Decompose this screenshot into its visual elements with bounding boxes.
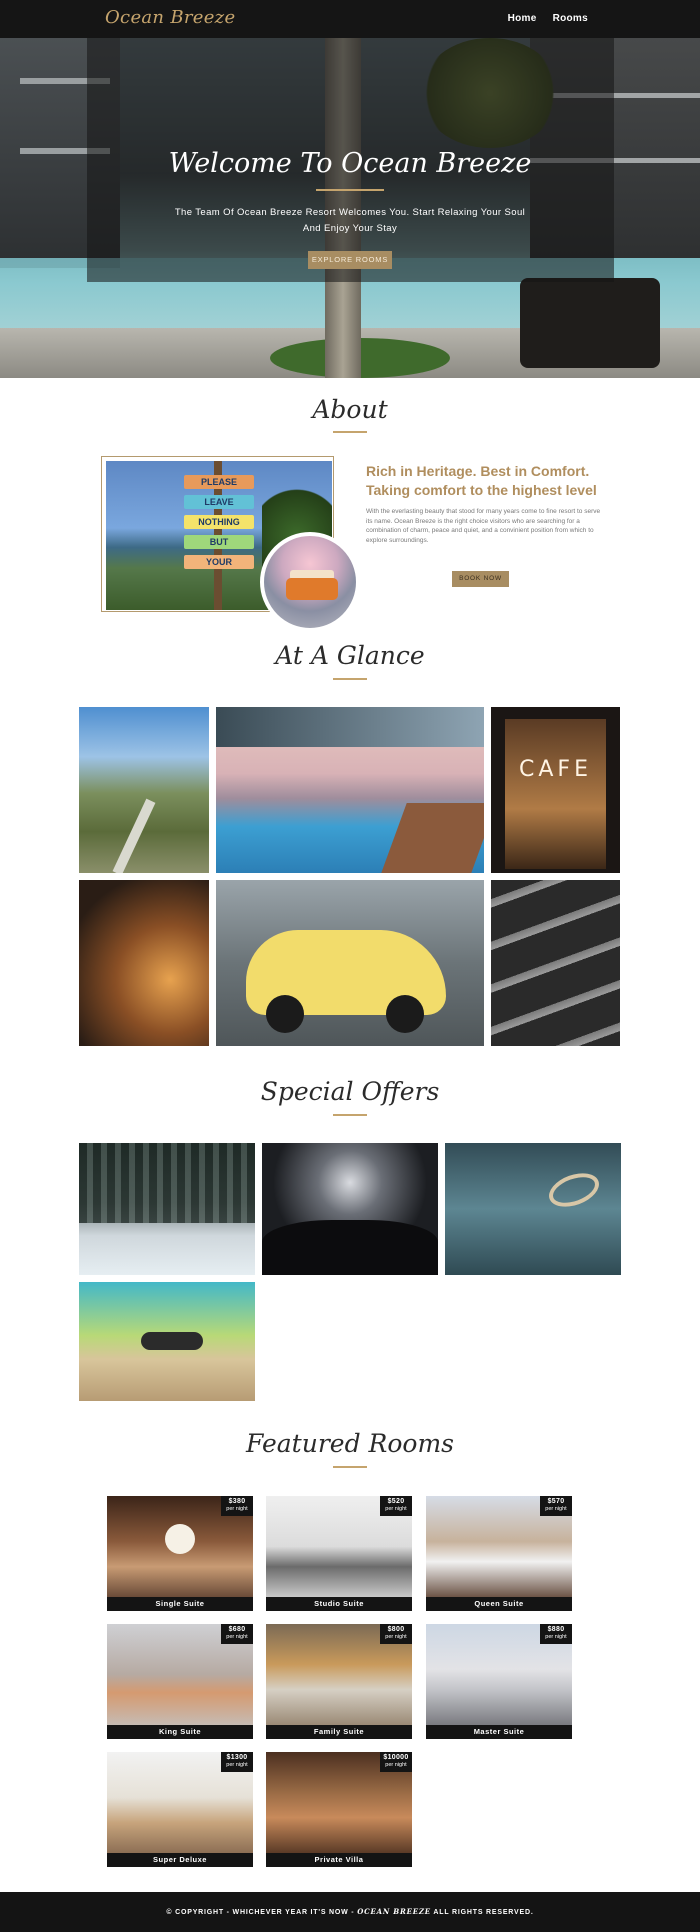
hero-title: Welcome To Ocean Breeze [168, 148, 532, 179]
forest-trees [79, 1143, 255, 1223]
glance-spa-candles-image [79, 880, 209, 1046]
room-price-badge: $680 per night [221, 1624, 253, 1644]
ring [544, 1167, 604, 1213]
van-body [286, 578, 338, 600]
room-price: $880 [547, 1626, 565, 1633]
room-price: $10000 [383, 1754, 409, 1761]
room-price-badge: $1300 per night [221, 1752, 253, 1772]
glance-title: At A Glance [275, 641, 425, 670]
offer-snowy-forest-image[interactable] [79, 1143, 255, 1275]
about-paragraph: With the everlasting beauty that stood f… [366, 508, 601, 544]
room-price-badge: $800 per night [380, 1624, 412, 1644]
room-name: Family Suite [266, 1725, 412, 1739]
pool-deck [381, 803, 484, 873]
cafe-door [505, 719, 606, 869]
glance-mountain-valley-image [79, 707, 209, 873]
footer-brand: OCEAN BREEZE [357, 1907, 431, 1916]
concert-crowd [262, 1220, 438, 1275]
room-name: Super Deluxe [107, 1853, 253, 1867]
room-price-unit: per night [385, 1506, 407, 1512]
about-sign-word: PLEASE [184, 475, 254, 489]
about-van-image [260, 532, 360, 632]
top-navbar: Ocean Breeze Home Rooms [0, 0, 700, 38]
room-price-unit: per night [226, 1762, 248, 1768]
room-price: $520 [387, 1498, 405, 1505]
room-price-badge: $10000 per night [380, 1752, 412, 1772]
offer-concert-crowd-image[interactable] [262, 1143, 438, 1275]
hero-subtitle-line: And Enjoy Your Stay [302, 223, 398, 234]
hero-subtitle: The Team Of Ocean Breeze Resort Welcomes… [160, 205, 540, 237]
about-sign-word: BUT [184, 535, 254, 549]
about-heading-line: Taking comfort to the highest level [366, 482, 597, 498]
room-price-unit: per night [226, 1634, 248, 1640]
offers-title: Special Offers [260, 1077, 440, 1106]
hero-subtitle-line: The Team Of Ocean Breeze Resort Welcomes… [174, 207, 526, 218]
about-sign-word: NOTHING [184, 515, 254, 529]
offers-divider [333, 1114, 367, 1116]
room-card[interactable]: $800 per night Family Suite [266, 1624, 412, 1739]
room-name: Master Suite [426, 1725, 572, 1739]
room-price-unit: per night [226, 1506, 248, 1512]
glance-infinity-pool-image [216, 707, 484, 873]
room-price-unit: per night [385, 1762, 407, 1768]
room-card[interactable]: $570 per night Queen Suite [426, 1496, 572, 1611]
footer: © COPYRIGHT - WHICHEVER YEAR IT'S NOW - … [0, 1892, 700, 1932]
about-title: About [312, 395, 388, 424]
book-now-button[interactable]: BOOK NOW [452, 571, 509, 587]
nav-link-home[interactable]: Home [508, 13, 537, 24]
offer-ring-image[interactable] [445, 1143, 621, 1275]
nav-links: Home Rooms [508, 13, 588, 24]
room-name: King Suite [107, 1725, 253, 1739]
sunglasses [141, 1332, 203, 1350]
nav-link-rooms[interactable]: Rooms [553, 13, 588, 24]
footer-copyright: © COPYRIGHT - WHICHEVER YEAR IT'S NOW - [166, 1909, 355, 1916]
room-price-badge: $380 per night [221, 1496, 253, 1516]
room-price-badge: $520 per night [380, 1496, 412, 1516]
room-name: Queen Suite [426, 1597, 572, 1611]
room-price: $680 [228, 1626, 246, 1633]
rooms-title: Featured Rooms [246, 1429, 454, 1458]
glance-dumbbells-image [491, 880, 620, 1046]
room-card[interactable]: $1300 per night Super Deluxe [107, 1752, 253, 1867]
car-wheel [386, 995, 424, 1033]
about-sign-word: LEAVE [184, 495, 254, 509]
glance-yellow-car-image [216, 880, 484, 1046]
room-name: Single Suite [107, 1597, 253, 1611]
room-card[interactable]: $880 per night Master Suite [426, 1624, 572, 1739]
room-name: Private Villa [266, 1853, 412, 1867]
room-card[interactable]: $680 per night King Suite [107, 1624, 253, 1739]
room-price: $1300 [226, 1754, 248, 1761]
valley-road [112, 798, 156, 873]
room-price-unit: per night [545, 1634, 567, 1640]
room-price: $380 [228, 1498, 246, 1505]
explore-rooms-button[interactable]: EXPLORE ROOMS [308, 251, 392, 269]
rooms-divider [333, 1466, 367, 1468]
glance-cafe-image: CAFE [491, 707, 620, 873]
room-price-badge: $880 per night [540, 1624, 572, 1644]
room-price-unit: per night [385, 1634, 407, 1640]
room-card[interactable]: $10000 per night Private Villa [266, 1752, 412, 1867]
about-heading-line: Rich in Heritage. Best in Comfort. [366, 463, 590, 479]
hero-lounge-chair [520, 278, 660, 368]
about-divider [333, 431, 367, 433]
room-price-unit: per night [545, 1506, 567, 1512]
about-sign-word: YOUR [184, 555, 254, 569]
room-price: $800 [387, 1626, 405, 1633]
room-name: Studio Suite [266, 1597, 412, 1611]
glance-divider [333, 678, 367, 680]
pool-roof [216, 707, 484, 747]
brand-logo[interactable]: Ocean Breeze [105, 7, 235, 28]
footer-rights: ALL RIGHTS RESERVED. [433, 1909, 534, 1916]
car-wheel [266, 995, 304, 1033]
offer-beach-sunglasses-image[interactable] [79, 1282, 255, 1401]
room-card[interactable]: $520 per night Studio Suite [266, 1496, 412, 1611]
about-heading: Rich in Heritage. Best in Comfort. Takin… [366, 462, 606, 500]
room-price-badge: $570 per night [540, 1496, 572, 1516]
hero-divider [316, 189, 384, 191]
cafe-neon-sign: CAFE [519, 757, 592, 782]
room-card[interactable]: $380 per night Single Suite [107, 1496, 253, 1611]
room-price: $570 [547, 1498, 565, 1505]
